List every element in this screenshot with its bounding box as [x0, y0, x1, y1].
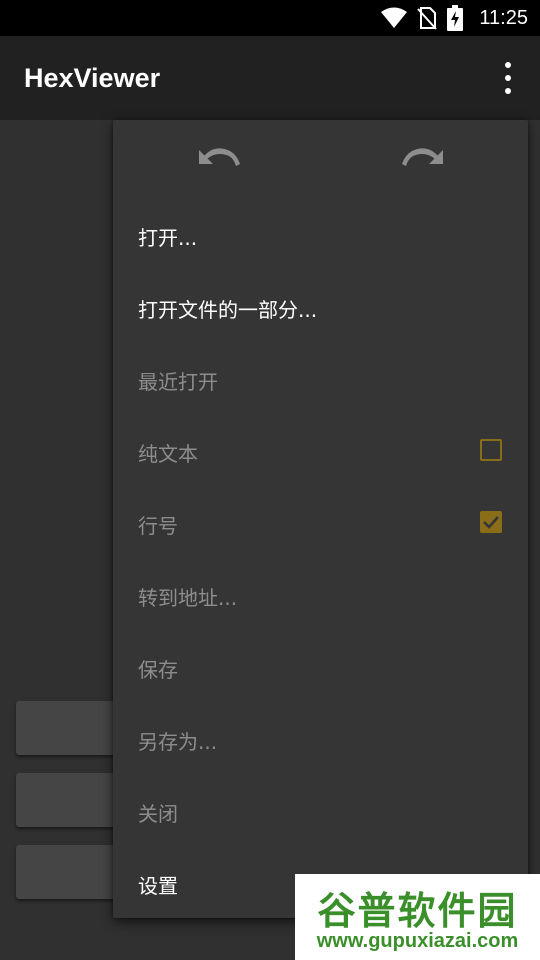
menu-action-row [113, 120, 528, 200]
menu-item-label: 打开... [138, 225, 198, 250]
menu-item-label: 设置 [138, 873, 178, 898]
redo-button[interactable] [401, 142, 447, 182]
app-bar: HexViewer [0, 36, 540, 120]
background-button-1[interactable] [16, 701, 126, 755]
menu-item-open[interactable]: 打开... [113, 200, 528, 272]
menu-item-label: 打开文件的一部分... [138, 297, 318, 322]
overflow-dot [505, 88, 511, 94]
undo-button[interactable] [195, 142, 241, 182]
status-bar: 11:25 [0, 0, 540, 36]
menu-item-save-as[interactable]: 另存为... [113, 704, 528, 776]
menu-item-label: 最近打开 [138, 369, 218, 394]
menu-item-recent[interactable]: 最近打开 [113, 344, 528, 416]
status-icons: 11:25 [381, 0, 528, 36]
wifi-icon [381, 7, 408, 28]
menu-item-label: 关闭 [138, 801, 178, 826]
overflow-menu: 打开... 打开文件的一部分... 最近打开 纯文本 行号 转到地址... 保存… [113, 120, 528, 918]
menu-item-label: 保存 [138, 657, 178, 682]
battery-charging-icon [447, 5, 464, 31]
status-time: 11:25 [479, 6, 528, 29]
no-sim-icon [417, 7, 438, 30]
menu-item-goto-address[interactable]: 转到地址... [113, 560, 528, 632]
overflow-menu-button[interactable] [498, 62, 518, 94]
watermark-title: 谷普软件园 [317, 889, 518, 933]
watermark-url: www.gupuxiazai.com [316, 930, 519, 952]
menu-item-close[interactable]: 关闭 [113, 776, 528, 848]
menu-item-plain-text[interactable]: 纯文本 [113, 416, 528, 488]
menu-item-label: 行号 [138, 513, 178, 538]
background-button-3[interactable] [16, 845, 126, 899]
undo-icon [199, 148, 240, 166]
checkmark-icon [483, 516, 499, 529]
background-button-2[interactable] [16, 773, 126, 827]
menu-item-label: 转到地址... [138, 585, 238, 610]
overflow-dot [505, 75, 511, 81]
menu-item-open-part[interactable]: 打开文件的一部分... [113, 272, 528, 344]
redo-icon [402, 148, 443, 166]
menu-item-label: 另存为... [138, 729, 218, 754]
plain-text-checkbox[interactable] [480, 439, 502, 461]
watermark: 谷普软件园 www.gupuxiazai.com [295, 874, 540, 960]
menu-item-save[interactable]: 保存 [113, 632, 528, 704]
menu-item-line-numbers[interactable]: 行号 [113, 488, 528, 560]
overflow-menu-icon [505, 62, 511, 68]
line-numbers-checkbox[interactable] [480, 511, 502, 533]
app-title: HexViewer [24, 63, 161, 93]
menu-item-label: 纯文本 [138, 441, 198, 466]
